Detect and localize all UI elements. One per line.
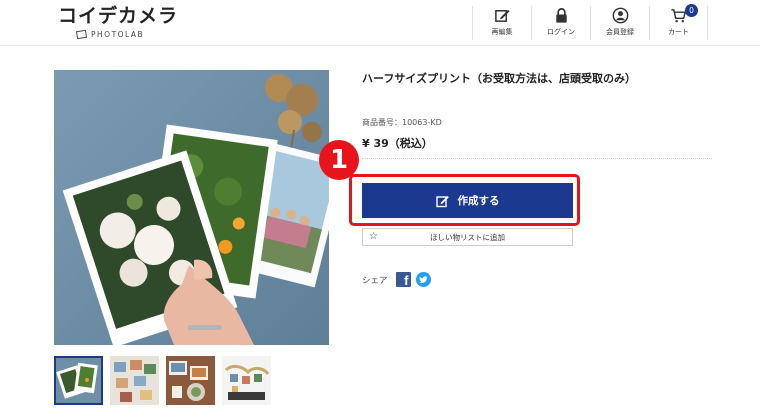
thumbnail-strip (54, 356, 271, 405)
thumbnail-3[interactable] (166, 356, 215, 405)
logo-text: コイデカメラ (58, 5, 179, 27)
product-title: ハーフサイズプリント（お受取方法は、店頭受取のみ） (362, 72, 637, 85)
cart-count-badge: 0 (685, 4, 698, 17)
star-icon: ☆ (369, 231, 378, 242)
add-to-wishlist-button[interactable]: ☆ ほしい物リストに追加 (362, 228, 573, 246)
photo-card-icon (76, 30, 87, 39)
product-main-image (54, 70, 329, 345)
create-button[interactable]: 作成する (362, 183, 573, 218)
header-nav: 再編集 ログイン 会員登録 0 カート (472, 4, 708, 40)
thumbnail-1[interactable] (54, 356, 103, 405)
share-label: シェア (362, 275, 388, 286)
logo-subtitle: PHOTOLAB (76, 30, 144, 39)
logo-sub-label: PHOTOLAB (91, 30, 145, 39)
nav-login[interactable]: ログイン (531, 6, 590, 40)
facebook-share-icon[interactable]: f (395, 272, 411, 288)
lock-icon (555, 8, 567, 23)
create-button-label: 作成する (457, 195, 500, 207)
nav-cart-label: カート (668, 28, 689, 36)
share-bar: シェア f (362, 272, 431, 288)
nav-reedit-label: 再編集 (491, 28, 513, 36)
product-sku: 商品番号：10063-KD (362, 118, 442, 127)
product-price: ¥ 39（税込） (362, 137, 433, 150)
nav-cart[interactable]: 0 カート (649, 4, 708, 40)
wishlist-label: ほしい物リストに追加 (430, 232, 505, 242)
edit-icon (494, 9, 510, 22)
divider (362, 158, 712, 159)
site-header: コイデカメラ PHOTOLAB 再編集 ログイン 会員登録 0 カート (0, 0, 760, 46)
nav-register-label: 会員登録 (606, 28, 634, 36)
edit-icon (435, 195, 449, 207)
twitter-share-icon[interactable] (415, 272, 431, 287)
thumbnail-4[interactable] (222, 356, 271, 405)
nav-register[interactable]: 会員登録 (590, 6, 649, 40)
nav-login-label: ログイン (547, 28, 575, 36)
nav-reedit[interactable]: 再編集 (472, 6, 531, 40)
site-logo[interactable]: コイデカメラ PHOTOLAB (58, 5, 179, 39)
thumbnail-2[interactable] (110, 356, 159, 405)
user-icon (612, 7, 628, 24)
